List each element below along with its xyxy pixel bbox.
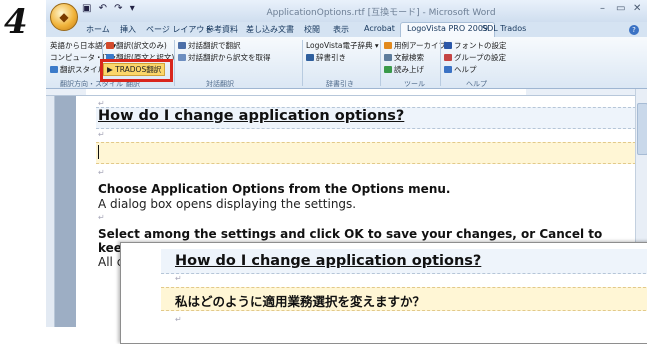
target-segment-row <box>96 142 636 164</box>
document-heading: How do I change application options? <box>98 108 405 124</box>
close-button[interactable]: ✕ <box>633 3 641 14</box>
group-label-tools: ツール <box>404 80 425 88</box>
highlight-box <box>100 59 173 82</box>
archive-icon <box>384 42 392 49</box>
tab-acrobat[interactable]: Acrobat <box>364 24 395 33</box>
interactive-translate-button[interactable]: 対話翻訳で翻訳 <box>178 41 241 51</box>
group-separator <box>440 40 441 86</box>
result-zoom-panel: How do I change application options? ↵ 私… <box>120 242 647 344</box>
doc-line-dialog: A dialog box opens displaying the settin… <box>98 197 357 211</box>
tab-page-layout[interactable]: ページ レイアウト <box>146 24 212 35</box>
japanese-translation: 私はどのように適用業務選択を変えますか？ <box>175 294 426 309</box>
paragraph-mark: ↵ <box>98 213 105 222</box>
paragraph-mark: ↵ <box>98 130 105 139</box>
doc-line-select: Select among the settings and click OK t… <box>98 227 603 241</box>
dictionary-icon <box>306 54 314 61</box>
interactive-translate-icon <box>178 42 186 49</box>
font-settings-button[interactable]: フォントの設定 <box>444 41 507 51</box>
read-aloud-button[interactable]: 読み上げ <box>384 65 424 75</box>
dictionary-lookup-button[interactable]: 辞書引き <box>306 53 346 63</box>
ribbon: 英語から日本語へ ▾ コンピュータ・IT ▾ 翻訳スタイルマネージャー 翻訳方向… <box>46 37 647 89</box>
group-label-dictionary: 辞書引き <box>326 80 354 88</box>
horizontal-ruler[interactable] <box>46 89 647 96</box>
get-translation-icon <box>178 54 186 61</box>
doc-line-choose: Choose Application Options from the Opti… <box>98 182 451 196</box>
paragraph-mark: ↵ <box>175 274 182 283</box>
paragraph-mark: ↵ <box>98 168 105 177</box>
group-label-help: ヘルプ <box>466 80 487 88</box>
paragraph-mark: ↵ <box>175 315 182 324</box>
office-button[interactable]: ◆ <box>50 3 78 31</box>
font-icon <box>444 42 452 49</box>
scrollbar-thumb[interactable] <box>637 103 647 155</box>
speaker-icon <box>384 66 392 73</box>
search-icon <box>384 54 392 61</box>
tab-insert[interactable]: 挿入 <box>120 24 136 35</box>
title-bar: ▣ ↶ ↷ ▾ ApplicationOptions.rtf [互換モード] -… <box>46 0 647 22</box>
tab-review[interactable]: 校閲 <box>304 24 320 35</box>
tab-home[interactable]: ホーム <box>86 24 110 35</box>
group-settings-icon <box>444 54 452 61</box>
literature-search-button[interactable]: 文献検索 <box>384 53 424 63</box>
group-separator <box>302 40 303 86</box>
tab-sdl-trados[interactable]: SDL Trados <box>482 24 526 33</box>
maximize-button[interactable]: ▭ <box>616 3 625 14</box>
translate-only-button[interactable]: 翻訳(訳文のみ) <box>106 41 167 51</box>
help-icon[interactable]: ? <box>629 25 639 35</box>
text-caret <box>98 145 99 159</box>
group-separator <box>380 40 381 86</box>
window-title: ApplicationOptions.rtf [互換モード] - Microso… <box>266 8 496 18</box>
overlay-heading: How do I change application options? <box>175 253 482 269</box>
minimize-button[interactable]: – <box>600 3 605 14</box>
tab-references[interactable]: 参考資料 <box>206 24 238 35</box>
tab-mailings[interactable]: 差し込み文書 <box>246 24 294 35</box>
group-label-interactive: 対話翻訳 <box>206 80 234 88</box>
logovista-dictionary-dropdown[interactable]: LogoVista電子辞典 ▾ <box>306 41 379 51</box>
get-translation-button[interactable]: 対話翻訳から訳文を取得 <box>178 53 271 63</box>
help-button[interactable]: ヘルプ <box>444 65 477 75</box>
group-settings-button[interactable]: グループの設定 <box>444 53 506 63</box>
step-number: 4 <box>4 2 28 42</box>
tab-view[interactable]: 表示 <box>333 24 349 35</box>
translate-icon <box>106 42 114 49</box>
example-archive-button[interactable]: 用例アーカイブ <box>384 41 446 51</box>
ribbon-tabs: ホーム 挿入 ページ レイアウト 参考資料 差し込み文書 校閲 表示 Acrob… <box>46 22 647 37</box>
group-separator <box>174 40 175 86</box>
help-book-icon <box>444 66 452 73</box>
tab-logovista[interactable]: LogoVista PRO 2009 <box>400 22 496 37</box>
style-manager-icon <box>50 66 58 73</box>
quick-access-toolbar[interactable]: ▣ ↶ ↷ ▾ <box>82 3 137 14</box>
vertical-ruler[interactable] <box>46 96 55 327</box>
